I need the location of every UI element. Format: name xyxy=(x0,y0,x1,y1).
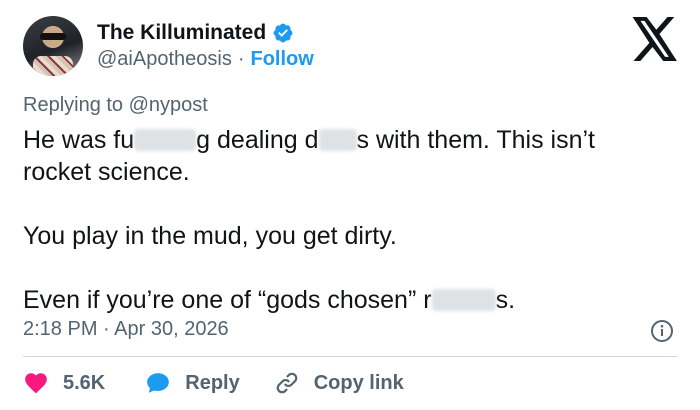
verified-badge-icon xyxy=(273,23,293,43)
author-name-row: The Killuminated xyxy=(97,21,294,45)
replying-to: Replying to @nypost xyxy=(23,94,208,117)
tweet-line: You play in the mud, you get dirty. xyxy=(23,222,397,250)
heart-icon xyxy=(25,373,47,394)
tweet-text: He was fu g dealing d s with them. This is… xyxy=(23,124,683,316)
tweet-text-segment: s with them. This isn’t xyxy=(356,126,596,154)
censored-blur xyxy=(318,129,357,151)
timestamp[interactable]: 2:18 PM · Apr 30, 2026 xyxy=(23,318,229,341)
scarf xyxy=(33,56,73,76)
tweet-actions: 5.6K Reply Copy link xyxy=(23,370,404,396)
tweet-text-segment: He was fu xyxy=(23,126,135,154)
display-name[interactable]: The Killuminated xyxy=(97,21,266,45)
tweet-text-segment: g dealing d xyxy=(196,126,319,154)
replying-to-label: Replying to xyxy=(23,94,124,116)
tweet-text-segment: s. xyxy=(495,286,516,314)
speech-bubble-icon xyxy=(147,373,170,393)
link-icon xyxy=(276,372,298,394)
sunglasses xyxy=(40,33,66,40)
like-count: 5.6K xyxy=(63,371,106,394)
copy-link-label: Copy link xyxy=(313,371,404,394)
tweet-line: Even if you’re one of “gods chosen” r s. xyxy=(23,284,683,316)
tweet-line: rocket science. xyxy=(23,158,190,186)
reply-mention-link[interactable]: @nypost xyxy=(129,94,208,116)
tweet-text-segment: Even if you’re one of “gods chosen” r xyxy=(23,286,432,314)
info-icon[interactable] xyxy=(650,319,674,343)
handle-row: @aiApotheosis · Follow xyxy=(97,48,314,71)
follow-button[interactable]: Follow xyxy=(251,48,314,71)
copy-link-button[interactable]: Copy link xyxy=(274,370,404,396)
censored-blur xyxy=(431,289,496,311)
x-logo-icon[interactable] xyxy=(631,17,679,61)
separator-dot: · xyxy=(237,48,245,70)
like-button[interactable]: 5.6K xyxy=(23,370,105,396)
reply-button[interactable]: Reply xyxy=(145,370,240,396)
handle[interactable]: @aiApotheosis xyxy=(97,48,232,71)
tweet-line: He was fu g dealing d s with them. This is… xyxy=(23,124,683,156)
reply-label: Reply xyxy=(185,371,240,394)
divider xyxy=(23,356,678,357)
censored-blur xyxy=(134,129,197,151)
avatar[interactable] xyxy=(23,16,83,76)
